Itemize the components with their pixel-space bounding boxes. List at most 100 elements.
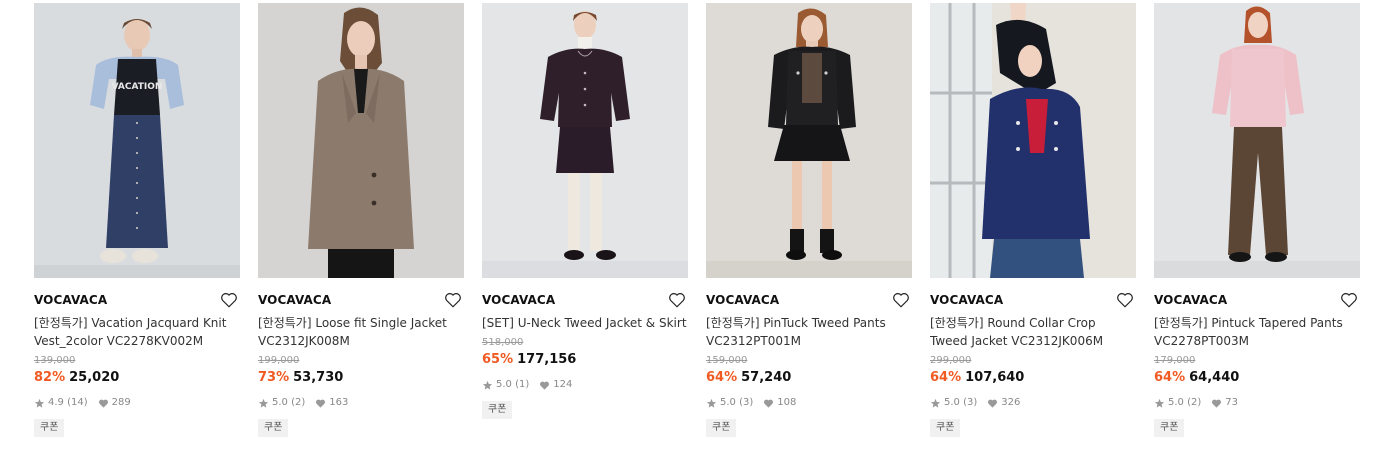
heart-icon[interactable] xyxy=(220,291,238,309)
product-name[interactable]: [한정특가] PinTuck Tweed Pants VC2312PT001M xyxy=(706,314,912,350)
star-icon xyxy=(706,398,717,408)
review-count: (14) xyxy=(67,397,88,408)
sale-price: 107,640 xyxy=(965,370,1025,385)
rating-row: 5.0 (3) 326 xyxy=(930,396,1136,410)
rating-value: 5.0 xyxy=(496,379,512,390)
rating-row: 5.0 (2) 163 xyxy=(258,396,464,410)
product-image[interactable] xyxy=(930,3,1136,278)
rating-row: 5.0 (3) 108 xyxy=(706,396,912,410)
like-count: 108 xyxy=(777,397,797,408)
product-name[interactable]: [한정특가] Round Collar Crop Tweed Jacket VC… xyxy=(930,314,1136,350)
product-card[interactable]: VACATION VOCAVACA [한정특가] Vacation Jacqua… xyxy=(34,3,240,437)
sale-price: 57,240 xyxy=(741,370,792,385)
product-image[interactable] xyxy=(1154,3,1360,278)
star-icon xyxy=(34,398,45,408)
coupon-badge: 쿠폰 xyxy=(1154,419,1185,437)
sale-price: 25,020 xyxy=(69,370,120,385)
product-name[interactable]: [SET] U-Neck Tweed Jacket & Skirt xyxy=(482,314,688,332)
product-name[interactable]: [한정특가] Vacation Jacquard Knit Vest_2colo… xyxy=(34,314,240,350)
brand-name[interactable]: VOCAVACA xyxy=(706,290,912,310)
like-count: 163 xyxy=(329,397,349,408)
brand-name[interactable]: VOCAVACA xyxy=(930,290,1136,310)
rating-row: 4.9 (14) 289 xyxy=(34,396,240,410)
product-card[interactable]: VOCAVACA [SET] U-Neck Tweed Jacket & Ski… xyxy=(482,3,688,419)
price-row: 73% 53,730 xyxy=(258,369,464,387)
original-price: 179,000 xyxy=(1154,355,1196,366)
coupon-badge: 쿠폰 xyxy=(482,401,513,419)
original-price: 139,000 xyxy=(34,355,76,366)
review-count: (3) xyxy=(963,397,978,408)
product-photo xyxy=(482,3,688,278)
review-count: (3) xyxy=(739,397,754,408)
price-row: 82% 25,020 xyxy=(34,369,240,387)
star-icon xyxy=(482,380,493,390)
original-price: 518,000 xyxy=(482,337,524,348)
product-name[interactable]: [한정특가] Pintuck Tapered Pants VC2278PT003… xyxy=(1154,314,1360,350)
brand-name[interactable]: VOCAVACA xyxy=(258,290,464,310)
product-image[interactable]: VACATION xyxy=(34,3,240,278)
brand-name[interactable]: VOCAVACA xyxy=(1154,290,1360,310)
heart-icon[interactable] xyxy=(668,291,686,309)
rating-value: 5.0 xyxy=(1168,397,1184,408)
review-count: (2) xyxy=(1187,397,1202,408)
product-photo xyxy=(930,3,1136,278)
rating-row: 5.0 (1) 124 xyxy=(482,378,688,392)
heart-icon[interactable] xyxy=(1340,291,1358,309)
heart-icon[interactable] xyxy=(892,291,910,309)
original-price: 299,000 xyxy=(930,355,972,366)
svg-text:VACATION: VACATION xyxy=(112,82,163,92)
original-price: 159,000 xyxy=(706,355,748,366)
like-count: 326 xyxy=(1001,397,1021,408)
like-heart-icon xyxy=(98,399,108,408)
product-image[interactable] xyxy=(482,3,688,278)
discount-rate: 64% xyxy=(706,370,738,385)
rating-value: 5.0 xyxy=(720,397,736,408)
star-icon xyxy=(930,398,941,408)
star-icon xyxy=(1154,398,1165,408)
product-photo: VACATION xyxy=(34,3,240,278)
discount-rate: 82% xyxy=(34,370,66,385)
rating-value: 5.0 xyxy=(944,397,960,408)
rating-value: 5.0 xyxy=(272,397,288,408)
like-heart-icon xyxy=(316,399,326,408)
like-heart-icon xyxy=(1212,399,1222,408)
discount-rate: 64% xyxy=(930,370,962,385)
product-card[interactable]: VOCAVACA [한정특가] Pintuck Tapered Pants VC… xyxy=(1154,3,1360,437)
discount-rate: 65% xyxy=(482,352,514,367)
product-card[interactable]: VOCAVACA [한정특가] PinTuck Tweed Pants VC23… xyxy=(706,3,912,437)
product-image[interactable] xyxy=(706,3,912,278)
product-grid: VACATION VOCAVACA [한정특가] Vacation Jacqua… xyxy=(0,0,1377,455)
coupon-badge: 쿠폰 xyxy=(34,419,65,437)
sale-price: 64,440 xyxy=(1189,370,1240,385)
product-image[interactable] xyxy=(258,3,464,278)
like-count: 124 xyxy=(553,379,573,390)
like-heart-icon xyxy=(540,381,550,390)
price-row: 64% 107,640 xyxy=(930,369,1136,387)
coupon-badge: 쿠폰 xyxy=(706,419,737,437)
product-photo xyxy=(1154,3,1360,278)
product-card[interactable]: VOCAVACA [한정특가] Loose fit Single Jacket … xyxy=(258,3,464,437)
like-count: 289 xyxy=(111,397,131,408)
review-count: (2) xyxy=(291,397,306,408)
heart-icon[interactable] xyxy=(444,291,462,309)
brand-name[interactable]: VOCAVACA xyxy=(482,290,688,310)
discount-rate: 73% xyxy=(258,370,290,385)
coupon-badge: 쿠폰 xyxy=(258,419,289,437)
review-count: (1) xyxy=(515,379,530,390)
star-icon xyxy=(258,398,269,408)
product-name[interactable]: [한정특가] Loose fit Single Jacket VC2312JK0… xyxy=(258,314,464,350)
price-row: 64% 57,240 xyxy=(706,369,912,387)
sale-price: 177,156 xyxy=(517,352,577,367)
heart-icon[interactable] xyxy=(1116,291,1134,309)
brand-name[interactable]: VOCAVACA xyxy=(34,290,240,310)
like-count: 73 xyxy=(1225,397,1238,408)
product-photo xyxy=(706,3,912,278)
like-heart-icon xyxy=(988,399,998,408)
original-price: 199,000 xyxy=(258,355,300,366)
coupon-badge: 쿠폰 xyxy=(930,419,961,437)
product-photo xyxy=(258,3,464,278)
price-row: 64% 64,440 xyxy=(1154,369,1360,387)
sale-price: 53,730 xyxy=(293,370,344,385)
like-heart-icon xyxy=(764,399,774,408)
product-card[interactable]: VOCAVACA [한정특가] Round Collar Crop Tweed … xyxy=(930,3,1136,437)
